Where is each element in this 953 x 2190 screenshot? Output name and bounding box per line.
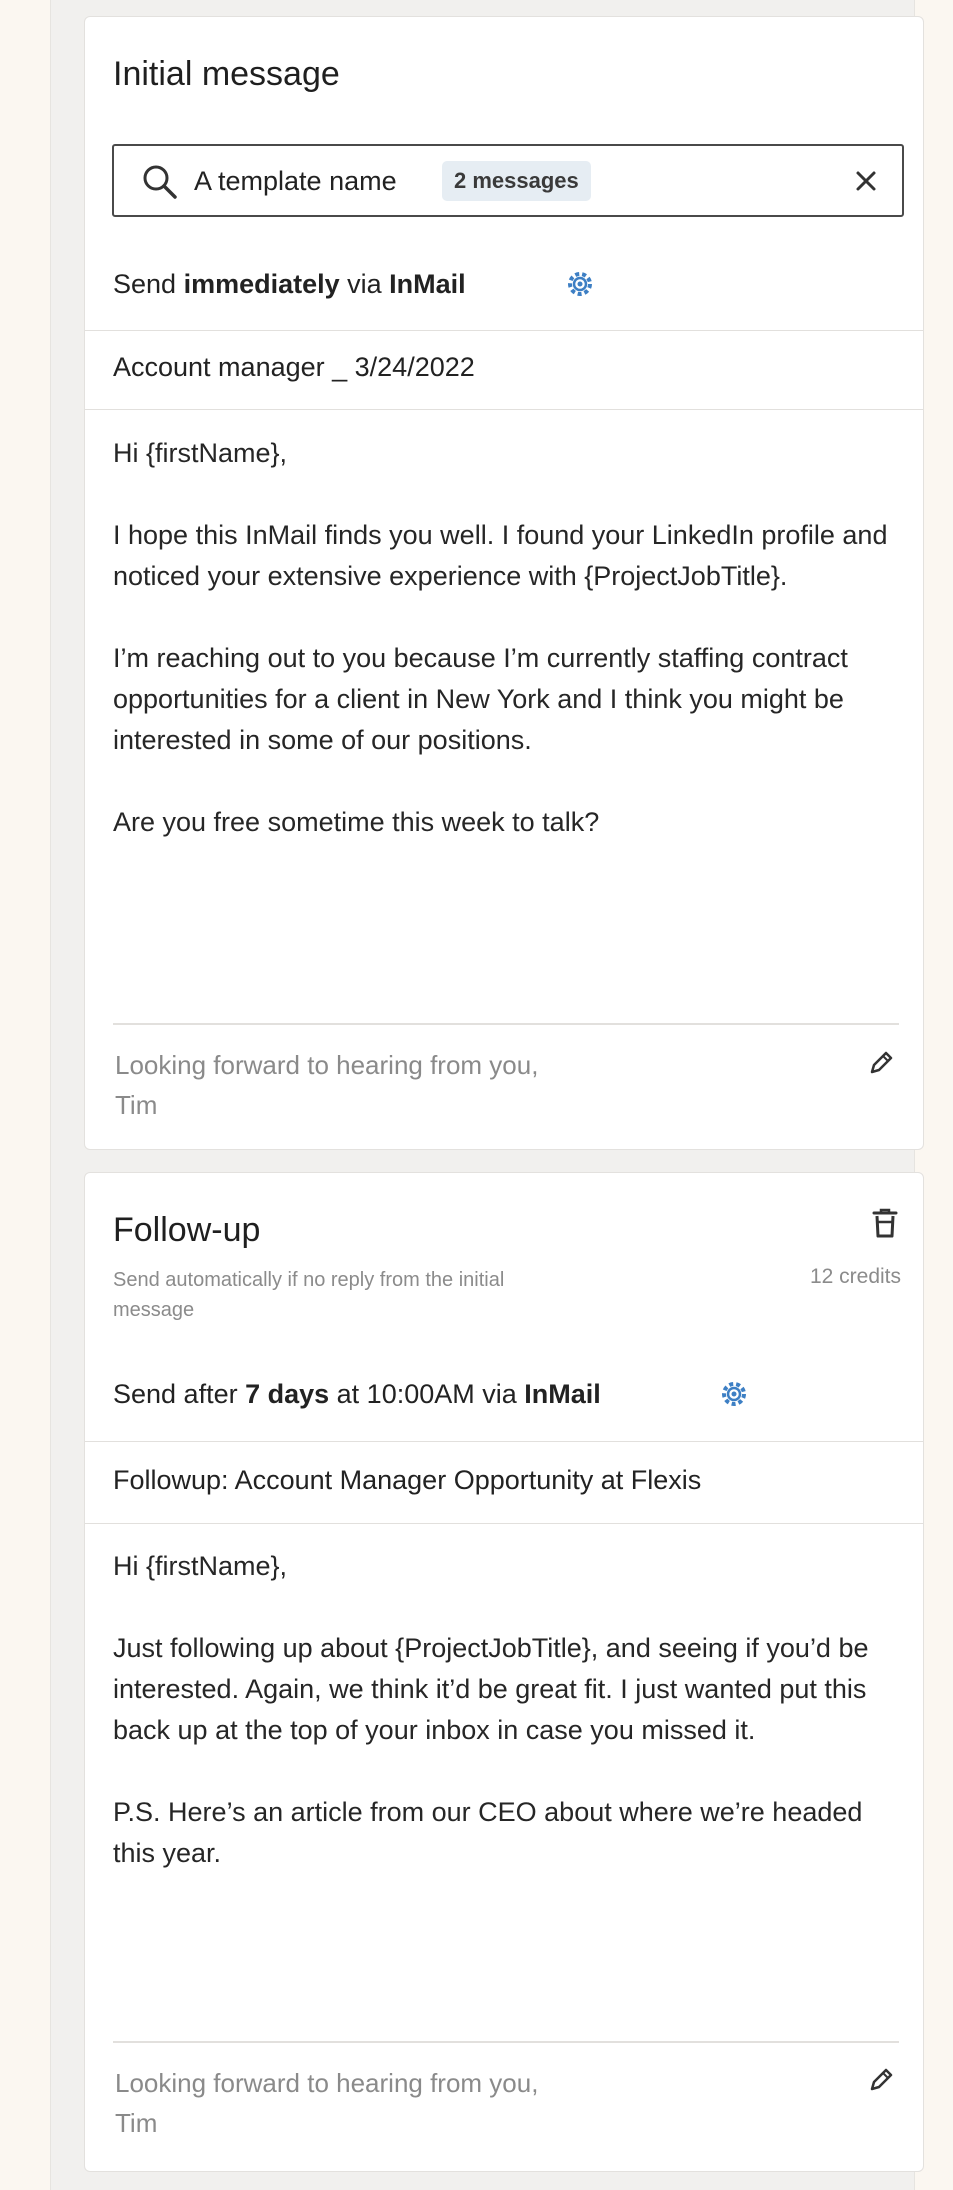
- signature-name: Tim: [115, 2108, 158, 2138]
- initial-message-card: Initial message A template name 2 messag…: [84, 16, 924, 1150]
- body-paragraph: Hi {firstName},: [113, 1551, 288, 1581]
- body-paragraph: Hi {firstName},: [113, 438, 288, 468]
- body-paragraph: I hope this InMail finds you well. I fou…: [113, 520, 888, 591]
- message-count-badge: 2 messages: [442, 161, 591, 201]
- gear-icon[interactable]: [719, 1379, 749, 1409]
- gear-icon[interactable]: [565, 269, 595, 299]
- trash-icon[interactable]: [871, 1207, 899, 1239]
- divider: [113, 2041, 899, 2043]
- divider: [85, 330, 923, 331]
- divider: [85, 409, 923, 410]
- divider: [85, 1523, 923, 1524]
- message-body: Hi {firstName}, Just following up about …: [113, 1546, 903, 1874]
- template-name: A template name: [194, 166, 397, 196]
- send-channel: InMail: [524, 1379, 601, 1409]
- send-channel: InMail: [389, 269, 466, 299]
- template-search-input[interactable]: A template name 2 messages: [112, 144, 904, 217]
- credits-count: 12 credits: [809, 1265, 901, 1288]
- signature-name: Tim: [115, 1090, 158, 1120]
- divider: [113, 1023, 899, 1025]
- body-paragraph: Are you free sometime this week to talk?: [113, 807, 600, 837]
- send-timing-line: Send immediately via InMail: [113, 269, 466, 300]
- send-middle: via: [339, 269, 390, 299]
- close-icon[interactable]: [852, 167, 880, 195]
- auto-send-note: Send automatically if no reply from the …: [113, 1269, 505, 1321]
- signature-line: Looking forward to hearing from you,: [115, 2068, 539, 2098]
- follow-up-title: Follow-up: [113, 1211, 261, 1249]
- send-delay: 7 days: [245, 1379, 330, 1409]
- send-middle: at 10:00AM via: [329, 1379, 525, 1409]
- body-paragraph: I’m reaching out to you because I’m curr…: [113, 643, 848, 755]
- message-subject: Followup: Account Manager Opportunity at…: [113, 1465, 702, 1495]
- signature-line: Looking forward to hearing from you,: [115, 1050, 539, 1080]
- send-prefix: Send after: [113, 1379, 246, 1409]
- body-paragraph: P.S. Here’s an article from our CEO abou…: [113, 1797, 863, 1868]
- body-paragraph: Just following up about {ProjectJobTitle…: [113, 1633, 869, 1745]
- send-prefix: Send: [113, 269, 184, 299]
- search-icon: [143, 165, 177, 199]
- message-body: Hi {firstName}, I hope this InMail finds…: [113, 433, 903, 843]
- signature: Looking forward to hearing from you, Tim: [115, 2063, 538, 2143]
- pencil-icon[interactable]: [867, 2066, 895, 2094]
- message-subject: Account manager _ 3/24/2022: [113, 352, 475, 382]
- send-timing-line: Send after 7 days at 10:00AM via InMail: [113, 1379, 601, 1410]
- follow-up-card: Follow-up Send automatically if no reply…: [84, 1172, 924, 2172]
- divider: [85, 1441, 923, 1442]
- pencil-icon[interactable]: [867, 1049, 895, 1077]
- send-timing: immediately: [183, 269, 340, 299]
- initial-message-title: Initial message: [113, 55, 340, 93]
- signature: Looking forward to hearing from you, Tim: [115, 1045, 538, 1125]
